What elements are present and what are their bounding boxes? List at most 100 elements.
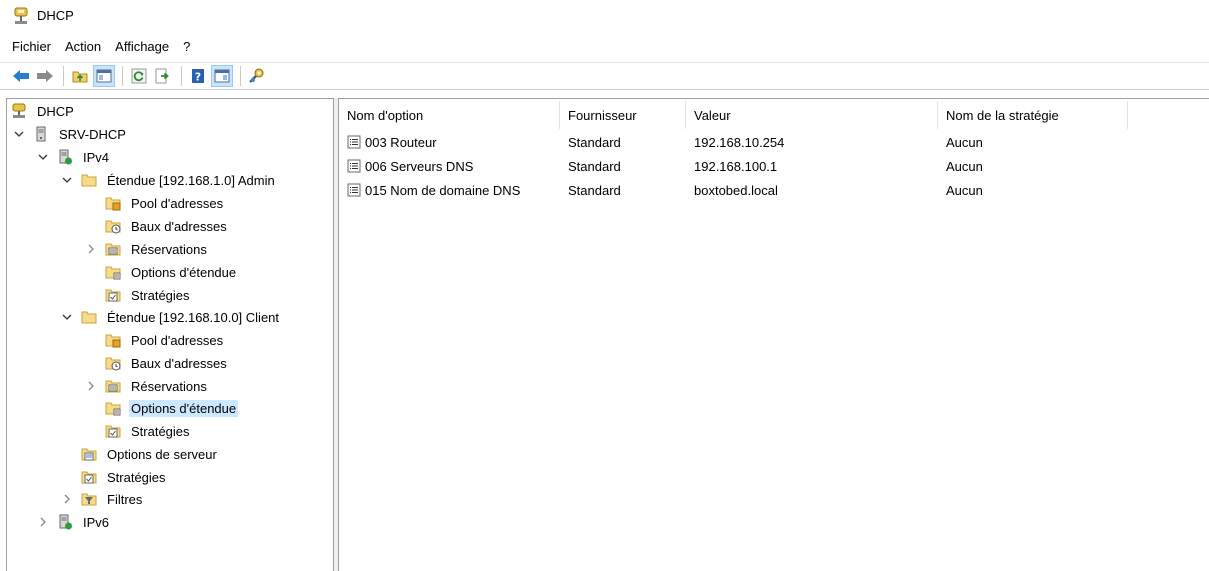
forward-button[interactable] — [34, 65, 56, 87]
folder-icon — [81, 311, 97, 324]
policies-icon — [81, 471, 97, 484]
tree-node-reservations[interactable]: Réservations — [85, 239, 209, 259]
tree-node-pool[interactable]: Pool d'adresses — [105, 193, 225, 213]
reservations-icon — [105, 380, 121, 393]
tree-node-leases[interactable]: Baux d'adresses — [105, 216, 229, 236]
refresh-button[interactable] — [128, 65, 150, 87]
option-value: boxtobed.local — [694, 182, 778, 198]
folder-icon — [81, 174, 97, 187]
ipv6-icon — [59, 514, 72, 530]
option-vendor: Standard — [568, 134, 621, 150]
up-folder-button[interactable] — [69, 65, 91, 87]
action-pane-icon — [214, 69, 230, 83]
column-header-value[interactable]: Valeur — [686, 101, 938, 129]
tree-node-server-policies[interactable]: Stratégies — [81, 467, 168, 487]
chevron-right-icon[interactable] — [61, 493, 73, 505]
tree-node-ipv4[interactable]: IPv4 — [37, 147, 111, 167]
action-pane-button[interactable] — [211, 65, 233, 87]
toolbar-separator — [181, 66, 182, 86]
tree-node-ipv6[interactable]: IPv6 — [37, 512, 111, 532]
export-list-icon — [155, 68, 169, 84]
policies-icon — [105, 289, 121, 302]
option-name: 003 Routeur — [365, 134, 437, 150]
tree-node-dhcp[interactable]: DHCP — [11, 101, 76, 121]
option-icon — [347, 135, 361, 149]
list-item[interactable]: 006 Serveurs DNS Standard 192.168.100.1 … — [339, 154, 1128, 178]
manage-button[interactable] — [246, 65, 268, 87]
address-leases-icon — [105, 220, 121, 234]
svg-text:?: ? — [195, 71, 201, 84]
chevron-down-icon[interactable] — [37, 151, 49, 163]
tree-node-scope-admin[interactable]: Étendue [192.168.1.0] Admin — [61, 170, 277, 190]
address-leases-icon — [105, 357, 121, 371]
option-value: 192.168.10.254 — [694, 134, 785, 150]
tree-node-server[interactable]: SRV-DHCP — [13, 124, 128, 144]
option-vendor: Standard — [568, 182, 621, 198]
back-icon — [13, 70, 29, 82]
tree-node-leases[interactable]: Baux d'adresses — [105, 353, 229, 373]
help-icon: ? — [192, 69, 204, 84]
reservations-icon — [105, 243, 121, 256]
title-bar: DHCP — [0, 0, 1209, 31]
list-item[interactable]: 015 Nom de domaine DNS Standard boxtobed… — [339, 178, 1128, 202]
tree-node-filters[interactable]: Filtres — [61, 489, 144, 509]
option-policy: Aucun — [946, 158, 983, 174]
forward-icon — [37, 70, 53, 82]
chevron-right-icon[interactable] — [85, 380, 97, 392]
menu-affichage[interactable]: Affichage — [115, 39, 169, 54]
toolbar-separator — [240, 66, 241, 86]
chevron-right-icon[interactable] — [85, 243, 97, 255]
tree-node-policies[interactable]: Stratégies — [105, 285, 192, 305]
menu-action[interactable]: Action — [65, 39, 101, 54]
toolbar: ? — [0, 62, 1209, 90]
help-button[interactable]: ? — [187, 65, 209, 87]
menu-help[interactable]: ? — [183, 39, 190, 54]
menu-bar: Fichier Action Affichage ? — [0, 35, 204, 57]
ipv4-icon — [59, 149, 72, 165]
server-options-icon — [81, 448, 97, 461]
policies-icon — [105, 425, 121, 438]
server-icon — [36, 126, 46, 142]
toolbar-separator — [63, 66, 64, 86]
address-pool-icon — [105, 197, 121, 211]
manage-icon — [249, 68, 264, 83]
tree-node-policies[interactable]: Stratégies — [105, 421, 192, 441]
column-header-option-name[interactable]: Nom d'option — [339, 101, 560, 129]
option-policy: Aucun — [946, 182, 983, 198]
back-button[interactable] — [10, 65, 32, 87]
menu-fichier[interactable]: Fichier — [12, 39, 51, 54]
tree-node-pool[interactable]: Pool d'adresses — [105, 330, 225, 350]
tree-node-scope-options[interactable]: Options d'étendue — [105, 262, 238, 282]
column-header-policy-name[interactable]: Nom de la stratégie — [938, 101, 1128, 129]
chevron-down-icon[interactable] — [61, 174, 73, 186]
list-header: Nom d'option Fournisseur Valeur Nom de l… — [339, 101, 1128, 129]
tree-node-scope-options-selected[interactable]: Options d'étendue — [105, 398, 239, 418]
filters-icon — [81, 493, 97, 506]
tree-node-reservations[interactable]: Réservations — [85, 376, 209, 396]
option-name: 006 Serveurs DNS — [365, 158, 474, 174]
option-icon — [347, 159, 361, 173]
options-list: Nom d'option Fournisseur Valeur Nom de l… — [338, 98, 1209, 571]
column-header-vendor[interactable]: Fournisseur — [560, 101, 686, 129]
up-folder-icon — [72, 71, 88, 83]
console-tree: DHCP SRV-DHCP IPv4 Étendue [192.168.1.0]… — [6, 98, 334, 571]
option-icon — [347, 183, 361, 197]
scope-options-icon — [105, 402, 121, 416]
option-policy: Aucun — [946, 134, 983, 150]
option-vendor: Standard — [568, 158, 621, 174]
chevron-down-icon[interactable] — [13, 128, 25, 140]
toolbar-separator — [122, 66, 123, 86]
chevron-down-icon[interactable] — [61, 311, 73, 323]
show-tree-icon — [96, 69, 112, 83]
chevron-right-icon[interactable] — [37, 516, 49, 528]
show-tree-button[interactable] — [93, 65, 115, 87]
scope-options-icon — [105, 266, 121, 280]
option-value: 192.168.100.1 — [694, 158, 778, 174]
tree-node-scope-client[interactable]: Étendue [192.168.10.0] Client — [61, 307, 281, 327]
list-item[interactable]: 003 Routeur Standard 192.168.10.254 Aucu… — [339, 130, 1128, 154]
export-list-button[interactable] — [152, 65, 174, 87]
dhcp-app-icon — [14, 7, 28, 24]
dhcp-icon — [12, 103, 26, 118]
window-title: DHCP — [37, 8, 74, 23]
tree-node-server-options[interactable]: Options de serveur — [81, 444, 219, 464]
